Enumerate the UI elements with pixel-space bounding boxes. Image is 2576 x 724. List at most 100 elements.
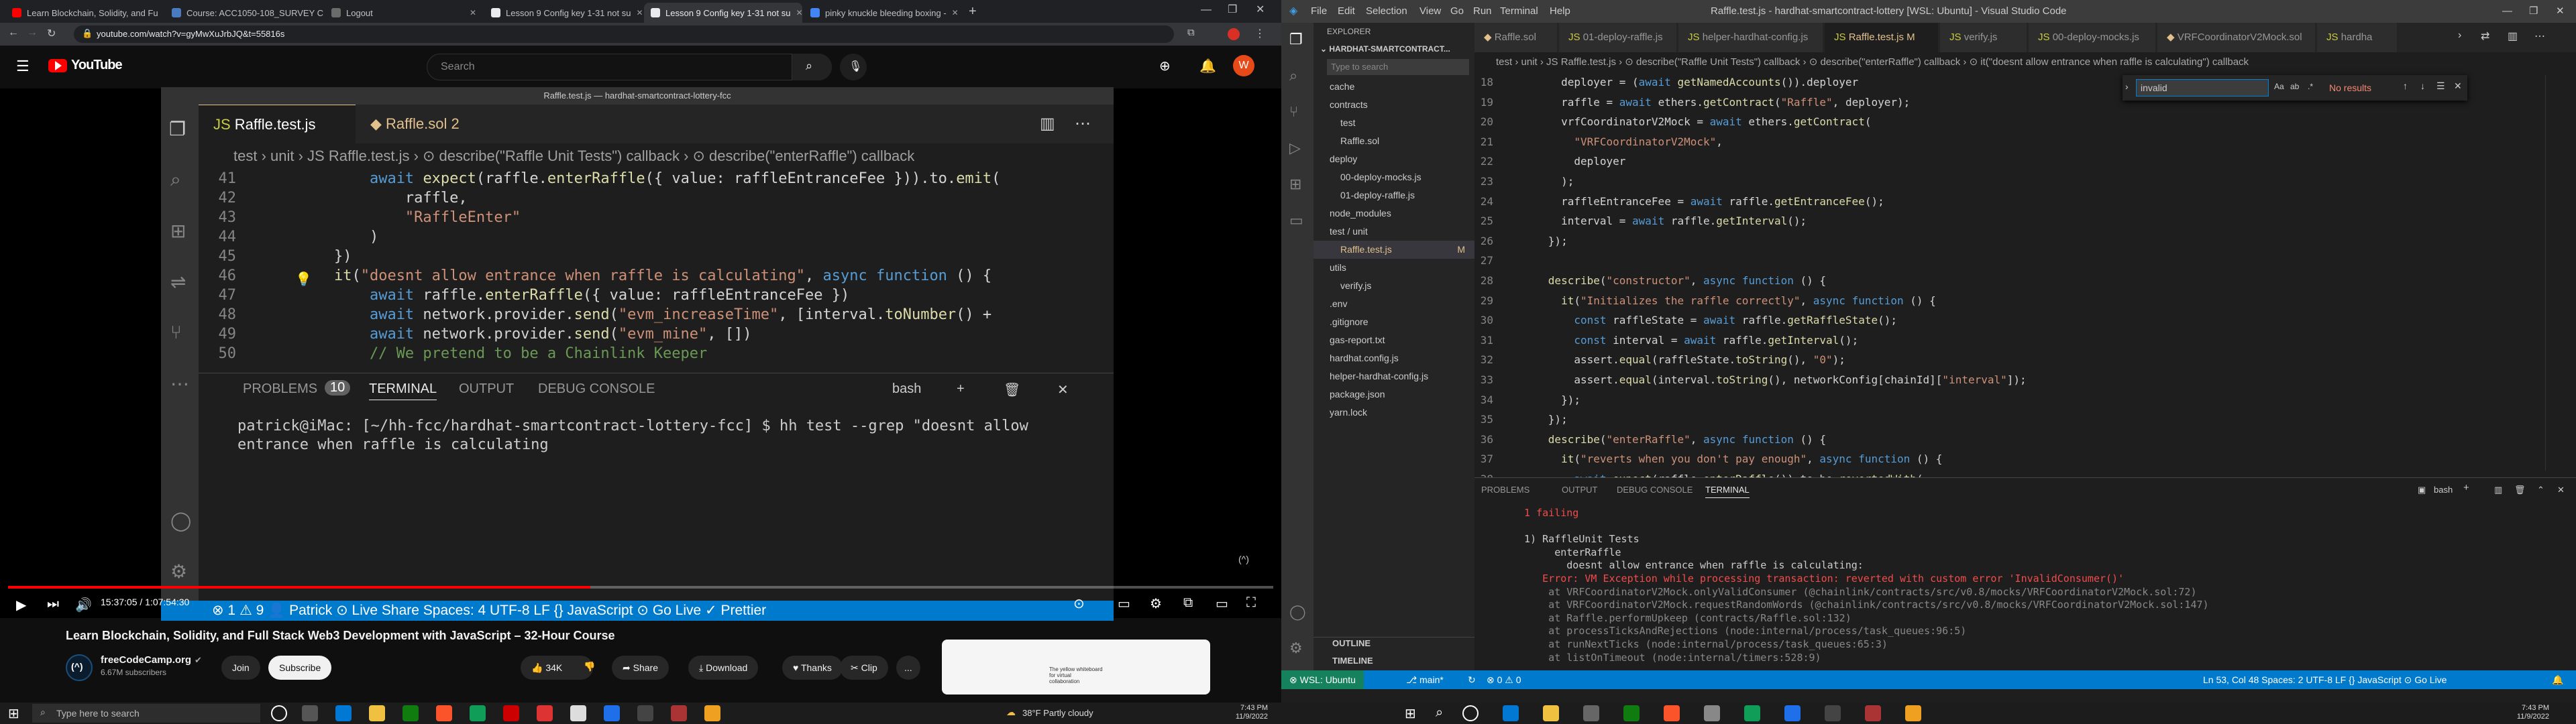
like-button[interactable]: 👍 34K bbox=[521, 656, 594, 680]
browser-menu-icon[interactable]: ⋮ bbox=[1254, 27, 1265, 40]
compare-icon[interactable]: ⇄ bbox=[2481, 29, 2489, 43]
close-tab-icon[interactable]: ✕ bbox=[636, 8, 643, 17]
file-tree-item[interactable]: Raffle.test.js M bbox=[1313, 241, 1474, 259]
extensions-icon[interactable]: ⧉ bbox=[1187, 27, 1195, 38]
explorer-icon[interactable]: ❐ bbox=[1289, 31, 1303, 48]
file-tree-item[interactable]: gas-report.txt bbox=[1313, 331, 1474, 349]
file-tree-item[interactable]: yarn.lock bbox=[1313, 404, 1474, 422]
close-tab-icon[interactable]: ✕ bbox=[796, 8, 802, 17]
account-icon[interactable]: ◯ bbox=[1289, 603, 1306, 621]
next-match-icon[interactable]: ↓ bbox=[2420, 80, 2425, 91]
file-tree-item[interactable]: Raffle.sol bbox=[1313, 132, 1474, 150]
file-tree-item[interactable]: node_modules bbox=[1313, 204, 1474, 223]
lock-icon[interactable]: 🔒 bbox=[82, 28, 93, 39]
window-maximize-icon[interactable]: ❐ bbox=[2529, 0, 2538, 23]
address-bar[interactable]: youtube.com/watch?v=gyMwXuJrbJQ&t=55816s bbox=[74, 25, 1174, 43]
join-button[interactable]: Join bbox=[221, 656, 260, 680]
clip-button[interactable]: ✂ Clip bbox=[840, 656, 888, 680]
browser-tab-logout[interactable]: Logout ✕ bbox=[325, 3, 483, 23]
browser-tab-course[interactable]: Course: ACC1050-108_SURVEY C ✕ bbox=[165, 3, 323, 23]
windows-start-icon[interactable]: ⊞ bbox=[1405, 705, 1416, 722]
vscode-taskbar-icon[interactable] bbox=[1784, 705, 1801, 721]
window-minimize-icon[interactable]: — bbox=[2502, 0, 2512, 23]
file-explorer-icon[interactable] bbox=[369, 705, 385, 721]
fullscreen-icon[interactable]: ⛶ bbox=[1246, 595, 1256, 611]
search-icon[interactable]: ⌕ bbox=[1289, 67, 1297, 84]
match-case-icon[interactable]: Aa bbox=[2274, 82, 2284, 91]
search-icon[interactable]: ⌕ bbox=[1436, 705, 1443, 721]
play-icon[interactable]: ▶ bbox=[16, 597, 26, 613]
window-maximize-icon[interactable]: ❐ bbox=[1228, 3, 1237, 16]
match-word-icon[interactable]: ab bbox=[2290, 82, 2299, 91]
create-icon[interactable]: ⊕ bbox=[1159, 58, 1171, 74]
terminal-output[interactable]: 1 failing 1) RaffleUnit Tests enterRaffl… bbox=[1512, 507, 2559, 670]
problems-indicator[interactable]: ⊗ 0 ⚠ 0 bbox=[1487, 670, 1521, 689]
sync-icon[interactable]: ↻ bbox=[1468, 670, 1476, 689]
xbox-icon[interactable] bbox=[402, 705, 419, 721]
vscode-taskbar-icon[interactable] bbox=[604, 705, 620, 721]
window-close-icon[interactable]: ✕ bbox=[2556, 0, 2565, 23]
menu-icon[interactable]: ☰ bbox=[16, 58, 30, 75]
autoplay-toggle[interactable]: ⊙ bbox=[1073, 595, 1085, 612]
notifications-icon[interactable]: 🔔 bbox=[2552, 670, 2563, 689]
split-editor-icon[interactable]: ▥ bbox=[2508, 29, 2518, 43]
terminal-taskbar-icon[interactable] bbox=[1825, 705, 1841, 721]
app-icon[interactable] bbox=[671, 705, 687, 721]
more-actions-button[interactable]: ... bbox=[896, 656, 920, 680]
tab-overflow-icon[interactable]: › bbox=[2458, 29, 2461, 42]
explorer-filter-input[interactable]: Type to search bbox=[1327, 59, 1469, 75]
find-input[interactable]: invalid bbox=[2136, 79, 2269, 97]
file-tree-item[interactable]: test / unit bbox=[1313, 223, 1474, 241]
menu-edit[interactable]: Edit bbox=[1338, 0, 1355, 23]
account-avatar[interactable]: W bbox=[1233, 55, 1254, 76]
app-icon[interactable] bbox=[1905, 705, 1921, 721]
project-folder[interactable]: ⌄ HARDHAT-SMARTCONTRACT... bbox=[1313, 40, 1474, 58]
menu-view[interactable]: View bbox=[1419, 0, 1441, 23]
timeline-section[interactable]: TIMELINE bbox=[1332, 656, 1373, 666]
windows-start-icon[interactable]: ⊞ bbox=[8, 705, 19, 722]
panel-tab-problems[interactable]: PROBLEMS bbox=[1481, 485, 1529, 495]
voice-search-button[interactable]: 🎙 bbox=[840, 54, 867, 80]
youtube-search-button[interactable]: ⌕ bbox=[792, 54, 832, 80]
panel-tab-output[interactable]: OUTPUT bbox=[1562, 485, 1597, 495]
settings-gear-icon[interactable]: ⚙ bbox=[1289, 640, 1303, 657]
file-tree-item[interactable]: 01-deploy-raffle.js bbox=[1313, 186, 1474, 204]
editor-breadcrumb[interactable]: test › unit › JS Raffle.test.js › ⊙ desc… bbox=[1474, 52, 2576, 72]
thanks-button[interactable]: ♥ Thanks bbox=[782, 656, 843, 680]
settings-gear-icon[interactable]: ⚙ bbox=[1150, 595, 1162, 612]
file-tree-item[interactable]: cache bbox=[1313, 78, 1474, 96]
youtube-logo-text[interactable]: YouTube bbox=[71, 58, 123, 73]
tab-hardhat-config[interactable]: JS hardha bbox=[2317, 23, 2398, 52]
volume-icon[interactable]: 🔊 bbox=[75, 597, 92, 613]
brave-icon[interactable] bbox=[436, 705, 452, 721]
tab-helper-hardhat-config[interactable]: JS helper-hardhat-config.js bbox=[1678, 23, 1823, 52]
file-tree-item[interactable]: test bbox=[1313, 114, 1474, 132]
reload-icon[interactable]: ↻ bbox=[47, 27, 56, 40]
terminal-shell-icon[interactable]: ▣ bbox=[2418, 485, 2426, 495]
browser-tab-lesson9-b[interactable]: Lesson 9 Config key 1-31 not su ✕ bbox=[644, 3, 802, 23]
back-icon[interactable]: ← bbox=[8, 27, 19, 39]
cortana-icon[interactable] bbox=[1462, 705, 1479, 721]
split-terminal-icon[interactable]: ▥ bbox=[2494, 485, 2502, 495]
weather-text[interactable]: 38°F Partly cloudy bbox=[1022, 708, 1093, 718]
forward-icon[interactable]: → bbox=[27, 27, 38, 39]
theater-mode-icon[interactable]: ▭ bbox=[1216, 595, 1228, 612]
menu-help[interactable]: Help bbox=[1550, 0, 1570, 23]
close-find-icon[interactable]: ✕ bbox=[2454, 80, 2462, 92]
close-panel-icon[interactable]: ✕ bbox=[2557, 485, 2565, 495]
menu-go[interactable]: Go bbox=[1450, 0, 1464, 23]
code-editor[interactable]: 18 deployer = (await getNamedAccounts())… bbox=[1474, 72, 2576, 477]
file-tree-item[interactable]: utils bbox=[1313, 259, 1474, 277]
find-in-selection-icon[interactable]: ☰ bbox=[2436, 80, 2445, 92]
app-icon[interactable] bbox=[1583, 705, 1599, 721]
extensions-icon[interactable]: ⊞ bbox=[1289, 176, 1301, 193]
ad-thumbnail[interactable]: The yellow whiteboard for virtual collab… bbox=[942, 640, 1210, 695]
file-tree-item[interactable]: deploy bbox=[1313, 150, 1474, 168]
more-actions-icon[interactable]: ⋯ bbox=[2534, 29, 2545, 43]
file-tree-item[interactable]: hardhat.config.js bbox=[1313, 349, 1474, 367]
share-button[interactable]: ➦ Share bbox=[612, 656, 669, 680]
toggle-replace-icon[interactable]: › bbox=[2125, 81, 2129, 92]
browser-tab-search[interactable]: pinky knuckle bleeding boxing - ✕ bbox=[804, 3, 962, 23]
file-tree-item[interactable]: .env bbox=[1313, 295, 1474, 313]
tab-vrf-mock[interactable]: ◆ VRFCoordinatorV2Mock.sol bbox=[2157, 23, 2316, 52]
